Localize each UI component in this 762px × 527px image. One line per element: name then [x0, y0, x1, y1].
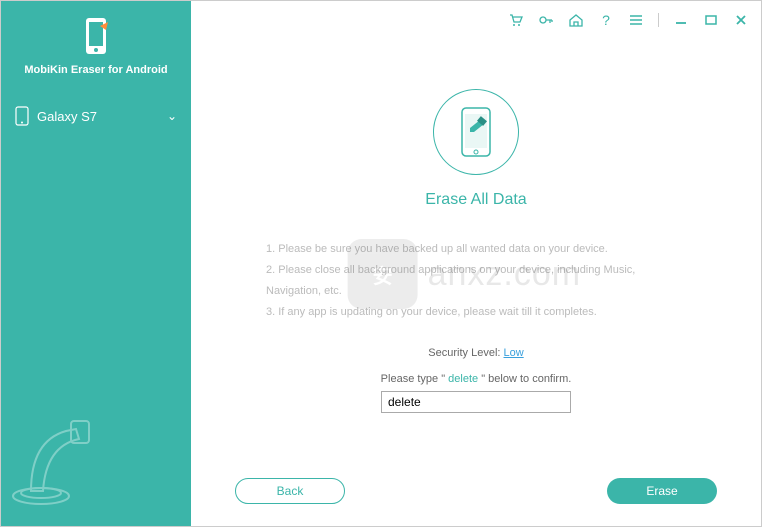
titlebar-separator: [658, 13, 659, 27]
content-area: 安 anxz.com Erase All Data 1. Please be s…: [191, 39, 761, 526]
sidebar: MobiKin Eraser for Android Galaxy S7 ⌄: [1, 1, 191, 526]
app-logo-icon: [80, 16, 112, 56]
confirm-suffix: " below to confirm.: [478, 373, 571, 385]
logo-area: MobiKin Eraser for Android: [1, 1, 191, 86]
confirm-prefix: Please type ": [381, 373, 449, 385]
maximize-icon[interactable]: [703, 12, 719, 28]
confirm-keyword: delete: [448, 373, 478, 385]
confirm-input[interactable]: [381, 391, 571, 413]
instruction-line: 3. If any app is updating on your device…: [266, 302, 686, 323]
hero-circle: [433, 89, 519, 175]
svg-text:?: ?: [602, 12, 610, 28]
device-selector[interactable]: Galaxy S7 ⌄: [1, 92, 191, 140]
product-name: MobiKin Eraser for Android: [11, 64, 181, 76]
instruction-line: 2. Please close all background applicati…: [266, 260, 686, 302]
chevron-down-icon: ⌄: [167, 109, 177, 123]
sidebar-decoration: [1, 381, 191, 526]
back-button[interactable]: Back: [235, 478, 345, 504]
security-level-label: Security Level:: [428, 347, 503, 359]
instructions: 1. Please be sure you have backed up all…: [266, 239, 686, 323]
menu-icon[interactable]: [628, 12, 644, 28]
confirm-instruction: Please type " delete " below to confirm.: [381, 373, 572, 385]
cart-icon[interactable]: [508, 12, 524, 28]
device-name: Galaxy S7: [37, 109, 159, 124]
page-title: Erase All Data: [425, 191, 526, 209]
close-icon[interactable]: [733, 12, 749, 28]
key-icon[interactable]: [538, 12, 554, 28]
security-level-row: Security Level: Low: [428, 347, 523, 359]
phone-icon: [15, 106, 29, 126]
erase-button[interactable]: Erase: [607, 478, 717, 504]
titlebar: ?: [191, 1, 761, 39]
security-level-link[interactable]: Low: [504, 347, 524, 359]
vacuum-icon: [11, 391, 141, 511]
instruction-line: 1. Please be sure you have backed up all…: [266, 239, 686, 260]
main-panel: ? 安 anxz.com: [191, 1, 761, 526]
home-icon[interactable]: [568, 12, 584, 28]
minimize-icon[interactable]: [673, 12, 689, 28]
button-row: Back Erase: [191, 478, 761, 504]
phone-erase-icon: [458, 106, 494, 158]
help-icon[interactable]: ?: [598, 12, 614, 28]
